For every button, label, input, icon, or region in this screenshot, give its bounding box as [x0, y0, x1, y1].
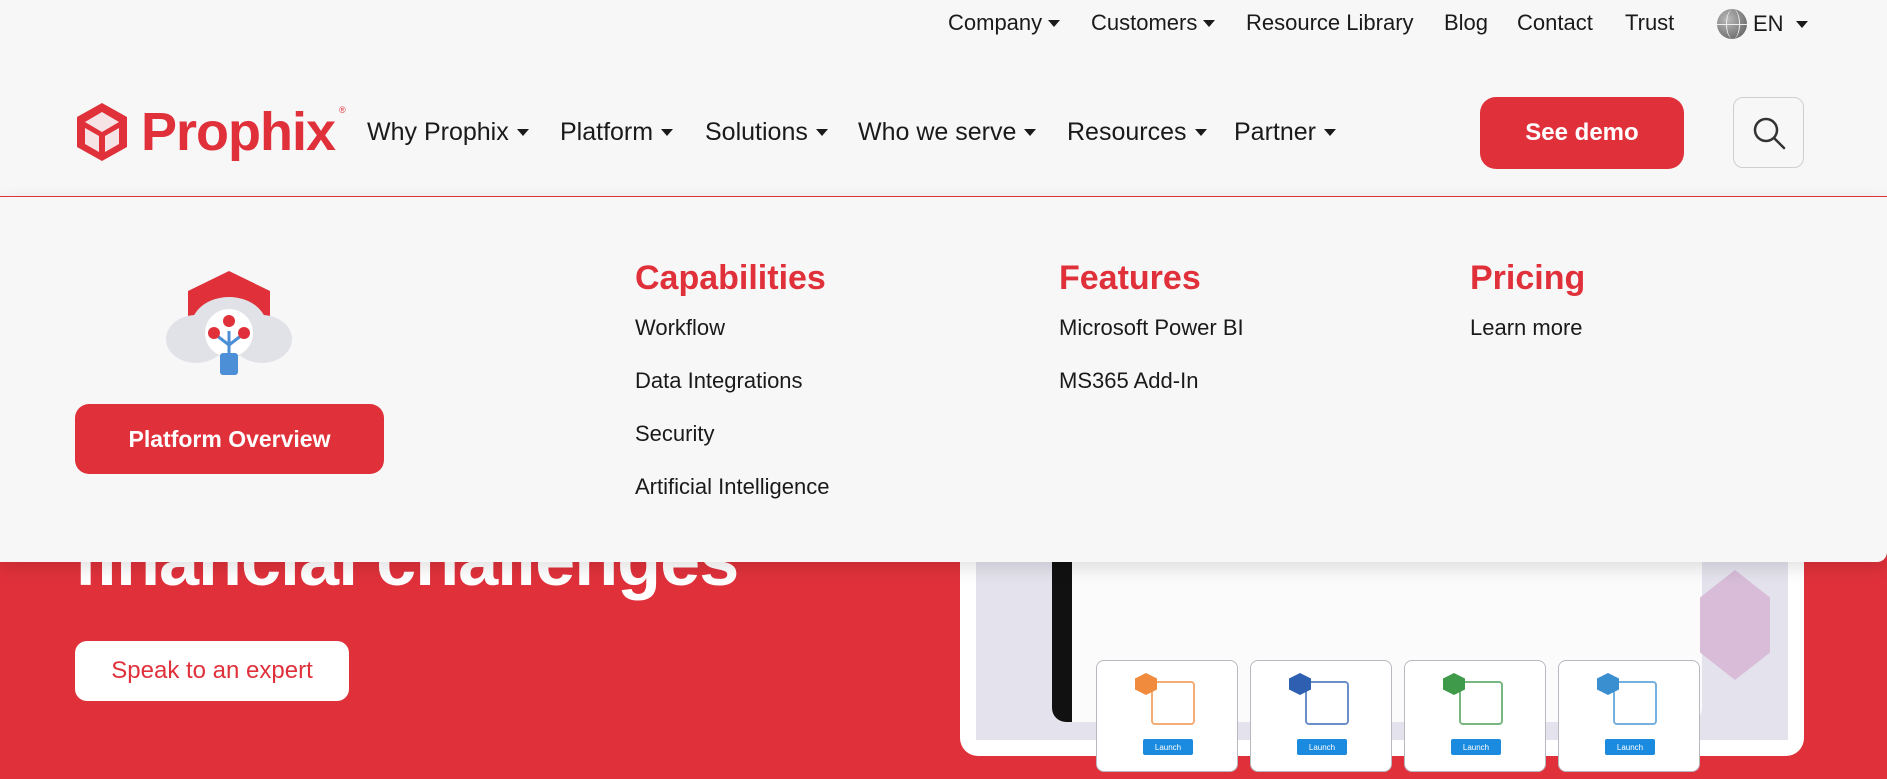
utility-resource-library[interactable]: Resource Library — [1246, 10, 1414, 36]
app-tile: Launch — [1404, 660, 1546, 772]
language-selector[interactable]: EN — [1717, 9, 1808, 39]
app-tile: Launch — [1558, 660, 1700, 772]
column-title-capabilities[interactable]: Capabilities — [635, 259, 829, 315]
chevron-down-icon — [1203, 19, 1216, 27]
language-label: EN — [1753, 11, 1784, 36]
utility-nav: Company Customers Resource Library Blog … — [0, 0, 1887, 46]
utility-company-label: Company — [948, 10, 1043, 35]
globe-icon — [1717, 9, 1747, 39]
main-nav: Prophix ® Why Prophix Platform Solutions… — [0, 90, 1887, 200]
document-icon — [1459, 681, 1503, 725]
document-icon — [1305, 681, 1349, 725]
chevron-down-icon — [1194, 129, 1207, 136]
search-button[interactable] — [1733, 97, 1804, 168]
chevron-down-icon — [661, 129, 674, 136]
menu-link-ms365-add-in[interactable]: MS365 Add-In — [1059, 368, 1244, 421]
nav-who-we-serve-label: Who we serve — [858, 118, 1017, 146]
platform-mega-menu: Platform Overview Capabilities Workflow … — [0, 196, 1887, 562]
speak-to-expert-button[interactable]: Speak to an expert — [75, 641, 349, 701]
menu-link-artificial-intelligence[interactable]: Artificial Intelligence — [635, 474, 829, 527]
utility-customers[interactable]: Customers — [1091, 10, 1216, 36]
chevron-down-icon — [516, 129, 529, 136]
registered-mark: ® — [339, 105, 346, 115]
nav-resources-label: Resources — [1067, 118, 1187, 146]
menu-link-data-integrations[interactable]: Data Integrations — [635, 368, 829, 421]
nav-platform-label: Platform — [560, 118, 654, 146]
utility-contact[interactable]: Contact — [1517, 10, 1593, 36]
menu-column-capabilities: Capabilities Workflow Data Integrations … — [635, 259, 829, 527]
nav-platform[interactable]: Platform — [560, 118, 674, 147]
column-title-features[interactable]: Features — [1059, 259, 1244, 315]
menu-link-workflow[interactable]: Workflow — [635, 315, 829, 368]
chevron-down-icon — [1323, 129, 1336, 136]
menu-column-pricing: Pricing Learn more — [1470, 259, 1585, 368]
nav-partner-label: Partner — [1234, 118, 1316, 146]
menu-column-features: Features Microsoft Power BI MS365 Add-In — [1059, 259, 1244, 421]
cloud-lightbulb-icon — [166, 271, 292, 375]
document-icon — [1151, 681, 1195, 725]
utility-company[interactable]: Company — [948, 10, 1061, 36]
nav-partner[interactable]: Partner — [1234, 118, 1336, 147]
search-icon — [1753, 117, 1785, 149]
app-tile: Launch — [1250, 660, 1392, 772]
menu-link-power-bi[interactable]: Microsoft Power BI — [1059, 315, 1244, 368]
nav-why-prophix[interactable]: Why Prophix — [367, 118, 529, 147]
nav-why-prophix-label: Why Prophix — [367, 118, 509, 146]
platform-overview-button[interactable]: Platform Overview — [75, 404, 384, 474]
chevron-down-icon — [1795, 20, 1808, 28]
launch-button[interactable]: Launch — [1297, 739, 1347, 755]
menu-link-learn-more[interactable]: Learn more — [1470, 315, 1585, 368]
utility-customers-label: Customers — [1091, 10, 1198, 35]
brand-name: Prophix — [141, 102, 336, 162]
launch-button[interactable]: Launch — [1605, 739, 1655, 755]
column-title-pricing[interactable]: Pricing — [1470, 259, 1585, 315]
nav-who-we-serve[interactable]: Who we serve — [858, 118, 1037, 147]
nav-solutions[interactable]: Solutions — [705, 118, 828, 147]
app-tile: Launch — [1096, 660, 1238, 772]
utility-blog[interactable]: Blog — [1444, 10, 1488, 36]
brand-logo[interactable]: Prophix ® — [73, 100, 352, 164]
launch-button[interactable]: Launch — [1451, 739, 1501, 755]
chevron-down-icon — [815, 129, 828, 136]
chevron-down-icon — [1024, 129, 1037, 136]
chevron-down-icon — [1048, 19, 1061, 27]
nav-solutions-label: Solutions — [705, 118, 808, 146]
see-demo-button[interactable]: See demo — [1480, 97, 1684, 169]
nav-resources[interactable]: Resources — [1067, 118, 1207, 147]
document-icon — [1613, 681, 1657, 725]
menu-link-security[interactable]: Security — [635, 421, 829, 474]
launch-button[interactable]: Launch — [1143, 739, 1193, 755]
logo-mark-icon — [77, 103, 127, 161]
utility-trust[interactable]: Trust — [1625, 10, 1674, 36]
